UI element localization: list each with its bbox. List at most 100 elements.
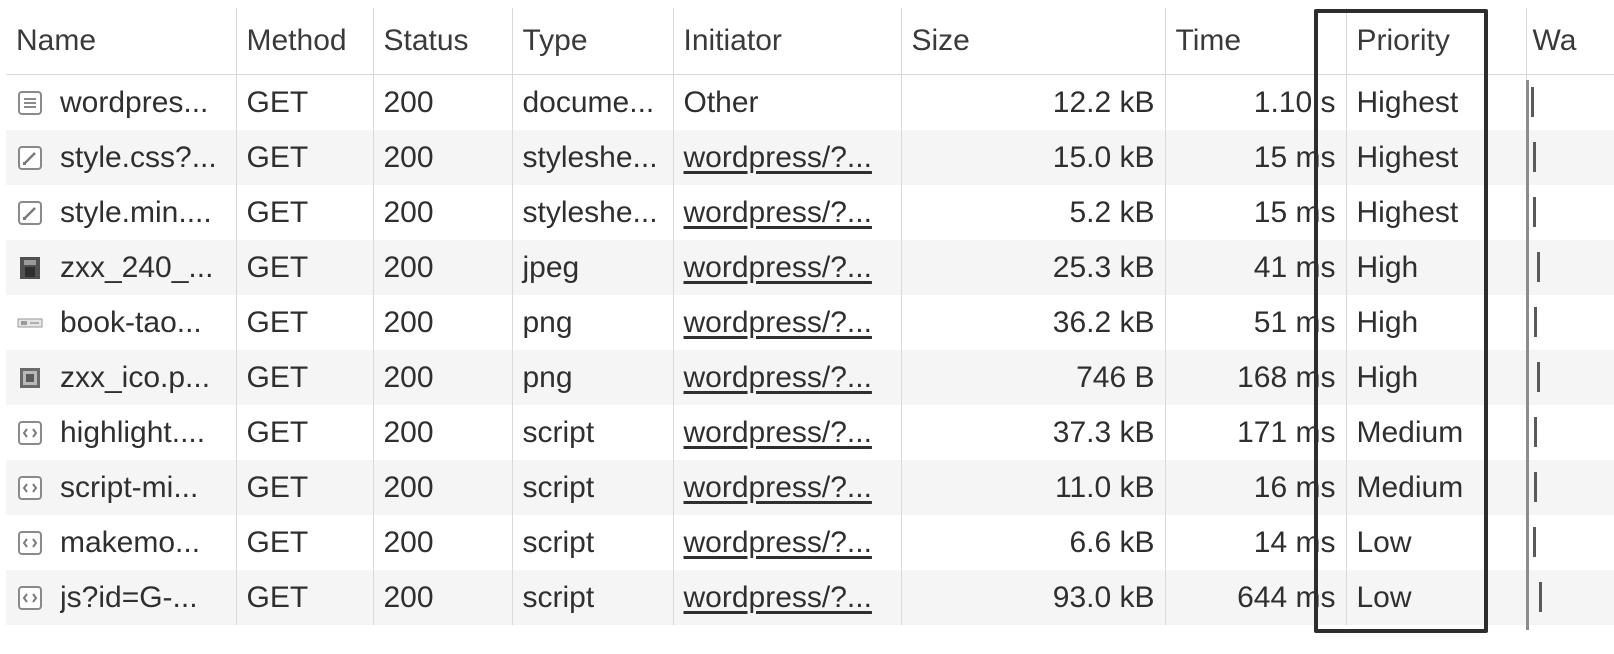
cell-name[interactable]: style.css?... [6,130,237,185]
network-request-table: Name Method Status Type Initiator Size T… [0,0,1614,654]
cell-status: 200 [373,460,513,515]
cell-status: 200 [373,570,513,625]
table-row[interactable]: js?id=G-... GET 200 script wordpress/?... 93.… [6,570,1614,625]
table-row[interactable]: highlight.... GET 200 script wordpress/?... 3… [6,405,1614,460]
cell-name[interactable]: book-tao... [6,295,237,350]
column-header-size[interactable]: Size [901,8,1166,75]
cell-size: 12.2 kB [901,74,1166,130]
waterfall-bar [1532,142,1536,172]
initiator-link[interactable]: wordpress/?... [684,141,872,174]
initiator-link[interactable]: wordpress/?... [684,196,872,229]
cell-size: 93.0 kB [901,570,1166,625]
cell-initiator: wordpress/?... [673,350,902,405]
cell-type: png [512,350,674,405]
waterfall-bar [1533,307,1537,337]
initiator-link[interactable]: wordpress/?... [684,471,872,504]
table-row[interactable]: zxx_ico.p... GET 200 png wordpress/?... 746 B… [6,350,1614,405]
table-row[interactable]: script-mi... GET 200 script wordpress/?... 11… [6,460,1614,515]
cell-name[interactable]: js?id=G-... [6,570,237,625]
column-header-initiator[interactable]: Initiator [673,8,902,75]
cell-size: 15.0 kB [901,130,1166,185]
request-name: book-tao... [60,305,202,339]
cell-status: 200 [373,240,513,295]
initiator-link[interactable]: wordpress/?... [684,416,872,449]
cell-method: GET [236,240,374,295]
cell-method: GET [236,130,374,185]
cell-name[interactable]: script-mi... [6,460,237,515]
cell-priority: Medium [1346,405,1527,460]
table-row[interactable]: wordpres... GET 200 docume... Other 12.2 kB 1.… [6,74,1614,130]
cell-type: script [512,460,674,515]
waterfall-bar [1536,252,1540,282]
cell-name[interactable]: highlight.... [6,405,237,460]
cell-type: script [512,515,674,570]
table-row[interactable]: book-tao... GET 200 png wordpress/?... 36.2 k… [6,295,1614,350]
cell-time: 14 ms [1165,515,1347,570]
column-header-priority[interactable]: Priority [1346,8,1527,75]
cell-waterfall [1526,405,1614,460]
table-row[interactable]: style.min.... GET 200 styleshe... wordpress/… [6,185,1614,240]
cell-waterfall [1526,185,1614,240]
table-row[interactable]: style.css?... GET 200 styleshe... wordpress/… [6,130,1614,185]
initiator-link[interactable]: wordpress/?... [684,526,872,559]
cell-status: 200 [373,185,513,240]
waterfall-bar [1532,197,1536,227]
initiator-link[interactable]: wordpress/?... [684,251,872,284]
cell-status: 200 [373,130,513,185]
column-header-time[interactable]: Time [1165,8,1347,75]
cell-size: 11.0 kB [901,460,1166,515]
table-header-row: Name Method Status Type Initiator Size T… [6,8,1614,75]
cell-initiator: wordpress/?... [673,460,902,515]
cell-size: 746 B [901,350,1166,405]
cell-method: GET [236,350,374,405]
cell-method: GET [236,405,374,460]
cell-type: png [512,295,674,350]
waterfall-bar [1532,527,1536,557]
request-name: style.min.... [60,195,212,229]
table-row[interactable]: zxx_240_... GET 200 jpeg wordpress/?... 25.3 … [6,240,1614,295]
cell-size: 5.2 kB [901,185,1166,240]
script-icon [16,474,44,502]
request-name: highlight.... [60,415,206,449]
initiator-link[interactable]: wordpress/?... [684,306,872,339]
column-header-name[interactable]: Name [6,8,237,75]
cell-size: 37.3 kB [901,405,1166,460]
waterfall-bar [1536,362,1540,392]
column-header-waterfall[interactable]: Wa [1526,8,1614,75]
cell-name[interactable]: zxx_240_... [6,240,237,295]
cell-priority: High [1346,350,1527,405]
request-name: script-mi... [60,470,199,504]
cell-initiator: wordpress/?... [673,240,902,295]
table-row[interactable]: makemo... GET 200 script wordpress/?... 6.6 k… [6,515,1614,570]
cell-time: 171 ms [1165,405,1347,460]
cell-time: 51 ms [1165,295,1347,350]
cell-time: 1.10 s [1165,74,1347,130]
script-icon [16,529,44,557]
column-header-type[interactable]: Type [512,8,674,75]
stylesheet-icon [16,199,44,227]
cell-waterfall [1526,570,1614,625]
cell-name[interactable]: style.min.... [6,185,237,240]
cell-method: GET [236,570,374,625]
cell-time: 15 ms [1165,185,1347,240]
cell-initiator: wordpress/?... [673,405,902,460]
request-name: js?id=G-... [60,580,198,614]
stylesheet-icon [16,144,44,172]
cell-priority: Low [1346,570,1527,625]
cell-status: 200 [373,350,513,405]
cell-waterfall [1526,295,1614,350]
column-header-status[interactable]: Status [373,8,513,75]
image-ico-icon [16,364,44,392]
cell-priority: Low [1346,515,1527,570]
cell-name[interactable]: makemo... [6,515,237,570]
request-name: wordpres... [60,85,209,119]
cell-time: 168 ms [1165,350,1347,405]
cell-name[interactable]: wordpres... [6,74,237,130]
initiator-link[interactable]: wordpress/?... [684,581,872,614]
cell-waterfall [1526,130,1614,185]
request-name: makemo... [60,525,201,559]
cell-name[interactable]: zxx_ico.p... [6,350,237,405]
cell-initiator: Other [673,74,902,130]
initiator-link[interactable]: wordpress/?... [684,361,872,394]
column-header-method[interactable]: Method [236,8,374,75]
